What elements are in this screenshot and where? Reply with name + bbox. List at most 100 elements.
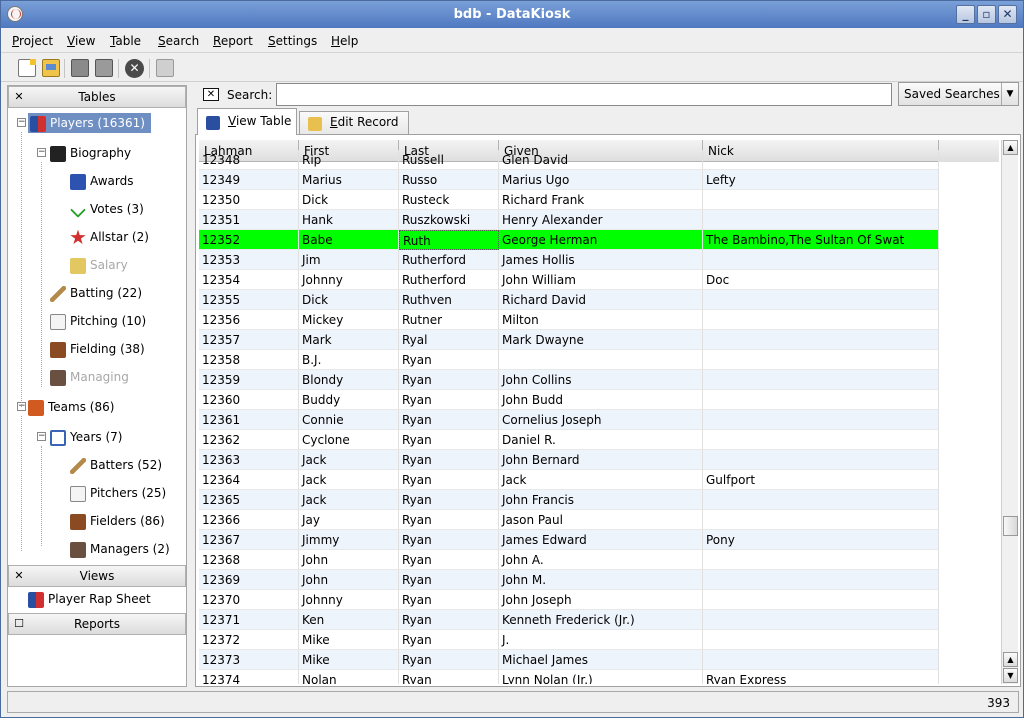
open-project-icon[interactable] [42, 59, 60, 77]
sidebar-item-years[interactable]: Years (7) [50, 427, 122, 447]
cell-first[interactable]: Dick [299, 290, 399, 310]
cell-last[interactable]: Ryan [399, 390, 499, 410]
cell-first[interactable]: Blondy [299, 370, 399, 390]
cell-lahman[interactable]: 12364 [199, 470, 299, 490]
sidebar-item-salary[interactable]: Salary [70, 255, 128, 275]
cell-given[interactable]: John Bernard [499, 450, 703, 470]
close-window-button[interactable]: ✕ [998, 5, 1017, 24]
cell-first[interactable]: John [299, 550, 399, 570]
cell-given[interactable]: Jack [499, 470, 703, 490]
minimize-button[interactable]: _ [956, 5, 975, 24]
cell-lahman[interactable]: 12357 [199, 330, 299, 350]
cell-given[interactable]: James Hollis [499, 250, 703, 270]
cell-lahman[interactable]: 12363 [199, 450, 299, 470]
table-row[interactable]: 12368 John Ryan John A. [199, 550, 939, 570]
cell-lahman[interactable]: 12354 [199, 270, 299, 290]
cell-given[interactable]: Jason Paul [499, 510, 703, 530]
scroll-thumb[interactable] [1003, 516, 1018, 536]
cell-last[interactable]: Rusteck [399, 190, 499, 210]
cell-lahman[interactable]: 12367 [199, 530, 299, 550]
cell-nick[interactable] [703, 310, 939, 330]
cell-last[interactable]: Ruszkowski [399, 210, 499, 230]
cell-nick[interactable]: The Bambino,The Sultan Of Swat [703, 230, 939, 250]
cell-first[interactable]: Nolan [299, 670, 399, 684]
save-as-icon[interactable] [95, 59, 113, 77]
cell-given[interactable]: Daniel R. [499, 430, 703, 450]
cell-lahman[interactable]: 12359 [199, 370, 299, 390]
cell-first[interactable]: Marius [299, 170, 399, 190]
cell-nick[interactable] [703, 590, 939, 610]
cell-last[interactable]: Ryan [399, 630, 499, 650]
print-icon[interactable] [156, 59, 174, 77]
sidebar-item-pitching[interactable]: Pitching (10) [50, 311, 146, 331]
tab-edit-record[interactable]: Edit Record [299, 111, 409, 134]
cell-lahman[interactable]: 12352 [199, 230, 299, 250]
cell-first[interactable]: Dick [299, 190, 399, 210]
search-input[interactable] [276, 83, 892, 106]
cell-last[interactable]: Ryan [399, 530, 499, 550]
sidebar-item-managers[interactable]: Managers (2) [70, 539, 170, 559]
cell-nick[interactable] [703, 330, 939, 350]
cell-given[interactable]: Michael James [499, 650, 703, 670]
cell-given[interactable]: John Francis [499, 490, 703, 510]
cell-nick[interactable]: Pony [703, 530, 939, 550]
cell-given[interactable] [499, 350, 703, 370]
cell-nick[interactable] [703, 630, 939, 650]
cell-lahman[interactable]: 12361 [199, 410, 299, 430]
cell-lahman[interactable]: 12353 [199, 250, 299, 270]
cell-lahman[interactable]: 12369 [199, 570, 299, 590]
sidebar-item-votes[interactable]: Votes (3) [70, 199, 144, 219]
sidebar-item-players[interactable]: Players (16361) [28, 113, 151, 133]
cell-first[interactable]: Mark [299, 330, 399, 350]
cell-last[interactable]: Russo [399, 170, 499, 190]
maximize-button[interactable]: ▫ [977, 5, 996, 24]
sidebar-item-awards[interactable]: Awards [70, 171, 133, 191]
cell-nick[interactable] [703, 510, 939, 530]
cell-nick[interactable] [703, 290, 939, 310]
cell-last[interactable]: Rutherford [399, 270, 499, 290]
cell-first[interactable]: John [299, 570, 399, 590]
cell-nick[interactable] [703, 550, 939, 570]
cell-lahman[interactable]: 12374 [199, 670, 299, 684]
cell-last[interactable]: Ryan [399, 610, 499, 630]
cell-first[interactable]: Rip [299, 150, 399, 170]
cell-last[interactable]: Ryan [399, 670, 499, 684]
table-row[interactable]: 12349 Marius Russo Marius Ugo Lefty [199, 170, 939, 190]
title-bar[interactable]: bdb - DataKiosk _ ▫ ✕ [1, 1, 1023, 28]
cell-first[interactable]: Connie [299, 410, 399, 430]
cell-last[interactable]: Rutner [399, 310, 499, 330]
vertical-scrollbar[interactable]: ▲ ▲ ▼ [1001, 140, 1018, 684]
cell-last[interactable]: Ryan [399, 350, 499, 370]
cell-lahman[interactable]: 12365 [199, 490, 299, 510]
cell-last[interactable]: Ryan [399, 490, 499, 510]
table-row[interactable]: 12360 Buddy Ryan John Budd [199, 390, 939, 410]
cell-given[interactable]: George Herman [499, 230, 703, 250]
table-row[interactable]: 12369 John Ryan John M. [199, 570, 939, 590]
cell-last[interactable]: Ryan [399, 370, 499, 390]
scroll-up-icon[interactable]: ▲ [1003, 140, 1018, 155]
cell-nick[interactable] [703, 490, 939, 510]
cell-lahman[interactable]: 12370 [199, 590, 299, 610]
table-row[interactable]: 12352 Babe Ruth George Herman The Bambino,Th… [199, 230, 939, 250]
cell-given[interactable]: James Edward [499, 530, 703, 550]
table-row[interactable]: 12371 Ken Ryan Kenneth Frederick (Jr.) [199, 610, 939, 630]
cell-given[interactable]: Richard David [499, 290, 703, 310]
cell-given[interactable]: J. [499, 630, 703, 650]
scroll-up-icon[interactable]: ▲ [1003, 652, 1018, 667]
sidebar-item-teams[interactable]: Teams (86) [28, 397, 114, 417]
menu-help[interactable]: Help [331, 34, 358, 48]
cell-lahman[interactable]: 12356 [199, 310, 299, 330]
cell-nick[interactable]: Lefty [703, 170, 939, 190]
cell-lahman[interactable]: 12360 [199, 390, 299, 410]
sidebar-item-player-rap-sheet[interactable]: Player Rap Sheet [28, 589, 151, 609]
cell-first[interactable]: Jay [299, 510, 399, 530]
cell-given[interactable]: Richard Frank [499, 190, 703, 210]
cell-nick[interactable] [703, 410, 939, 430]
cell-nick[interactable] [703, 370, 939, 390]
table-row[interactable]: 12355 Dick Ruthven Richard David [199, 290, 939, 310]
cell-last[interactable]: Ryan [399, 410, 499, 430]
sidebar-item-fielding[interactable]: Fielding (38) [50, 339, 145, 359]
cell-first[interactable]: B.J. [299, 350, 399, 370]
tab-view-table[interactable]: View Table [197, 108, 297, 135]
table-row[interactable]: 12367 Jimmy Ryan James Edward Pony [199, 530, 939, 550]
